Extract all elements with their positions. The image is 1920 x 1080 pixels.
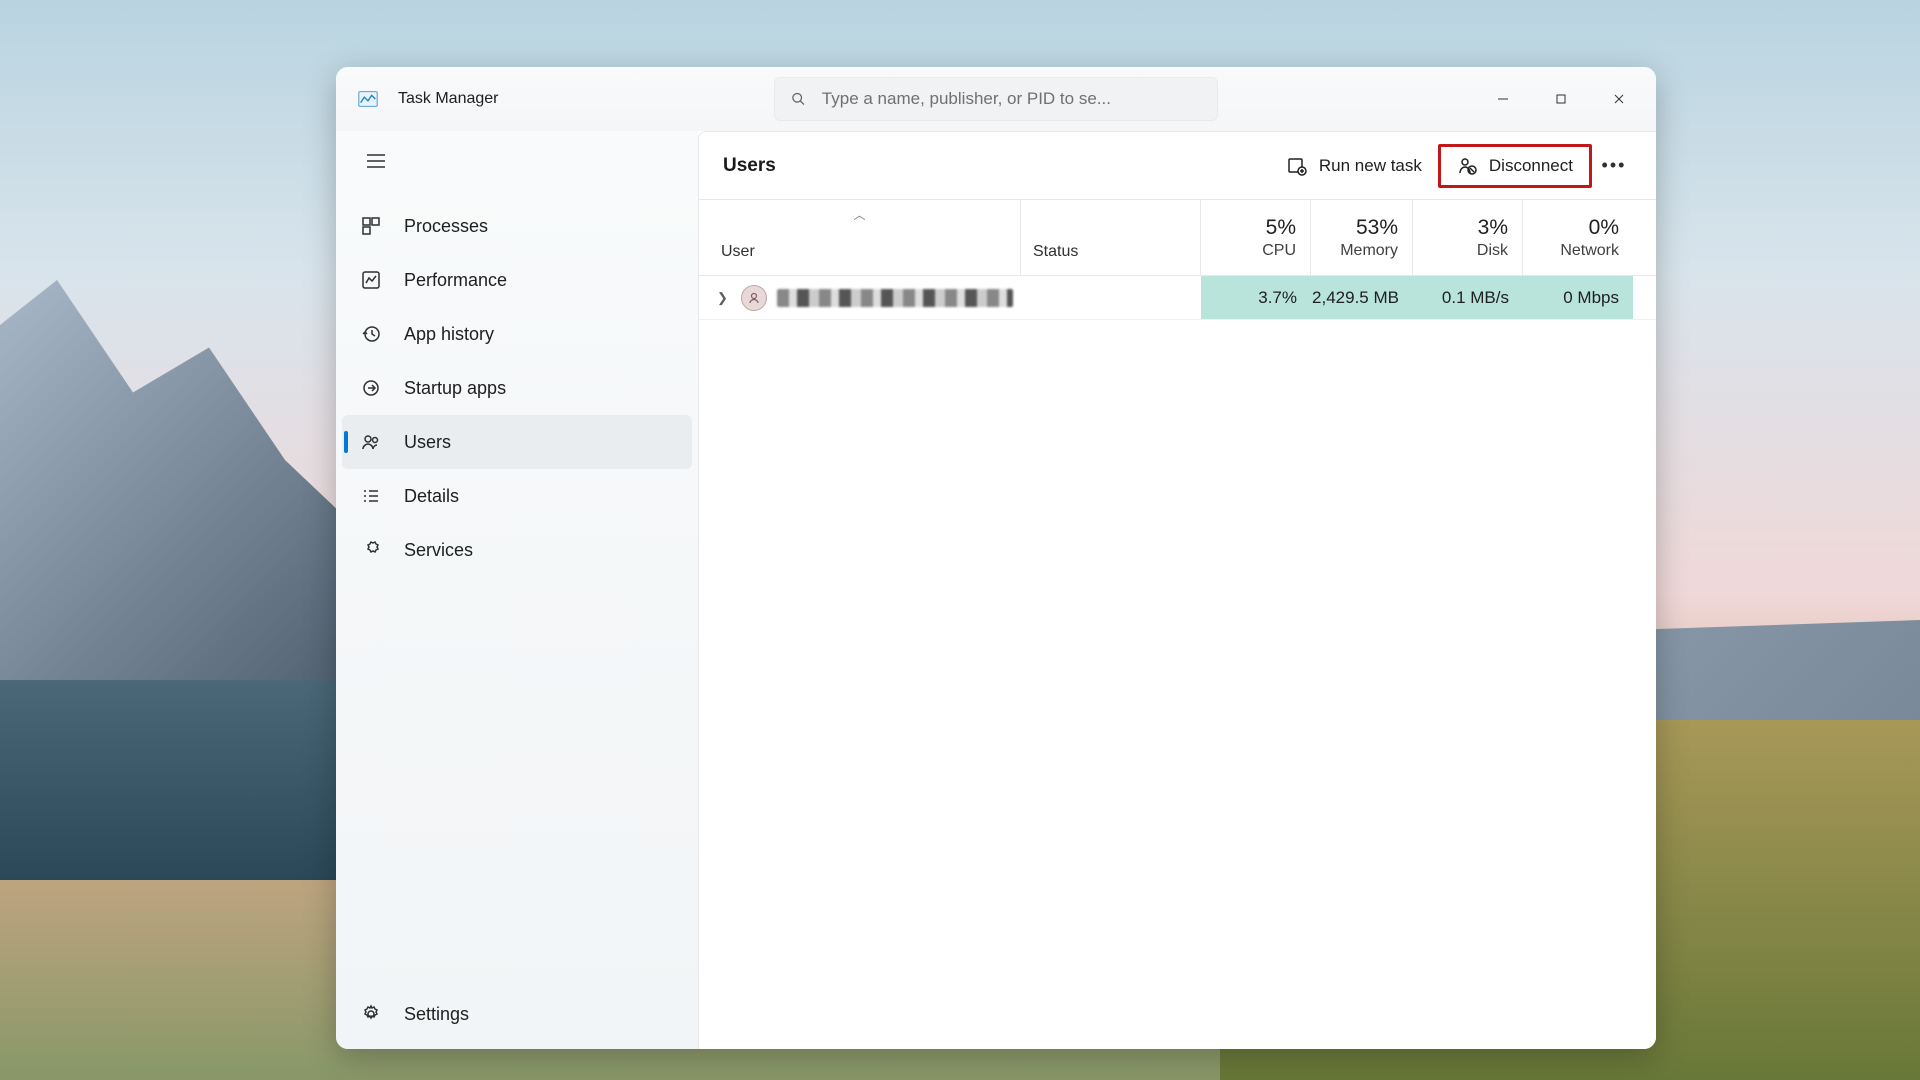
expand-chevron-icon[interactable]: ❯	[717, 290, 731, 306]
sidebar: Processes Performance App history Startu…	[336, 131, 698, 1049]
toolbar: Users Run new task Disconnect •••	[699, 132, 1656, 200]
sidebar-item-label: Processes	[404, 216, 488, 237]
sidebar-item-processes[interactable]: Processes	[342, 199, 692, 253]
users-icon	[360, 431, 382, 453]
more-options-button[interactable]: •••	[1592, 144, 1636, 188]
table-body: ❯ 3.7% 2,429.5 MB 0.1 MB/s 0 Mbps	[699, 276, 1656, 1049]
disconnect-icon	[1457, 156, 1477, 176]
column-header-network[interactable]: 0% Network	[1523, 200, 1633, 275]
column-header-status[interactable]: Status	[1021, 200, 1201, 275]
close-button[interactable]	[1590, 79, 1648, 119]
startup-icon	[360, 377, 382, 399]
sidebar-item-label: Startup apps	[404, 378, 506, 399]
app-title: Task Manager	[398, 90, 499, 108]
sidebar-item-users[interactable]: Users	[342, 415, 692, 469]
sidebar-item-label: Users	[404, 432, 451, 453]
column-user-label: User	[721, 243, 755, 261]
cpu-percent: 5%	[1266, 216, 1296, 240]
main-content: Users Run new task Disconnect ••• ︿ User	[698, 131, 1656, 1049]
cell-cpu: 3.7%	[1201, 276, 1311, 319]
history-icon	[360, 323, 382, 345]
sidebar-item-label: Services	[404, 540, 473, 561]
column-header-cpu[interactable]: 5% CPU	[1201, 200, 1311, 275]
performance-icon	[360, 269, 382, 291]
app-icon	[356, 87, 380, 111]
sidebar-item-details[interactable]: Details	[342, 469, 692, 523]
network-label: Network	[1560, 242, 1619, 260]
disk-label: Disk	[1477, 242, 1508, 260]
column-status-label: Status	[1033, 243, 1078, 261]
cell-memory: 2,429.5 MB	[1311, 276, 1413, 319]
details-icon	[360, 485, 382, 507]
table-row[interactable]: ❯ 3.7% 2,429.5 MB 0.1 MB/s 0 Mbps	[699, 276, 1656, 320]
services-icon	[360, 539, 382, 561]
column-header-disk[interactable]: 3% Disk	[1413, 200, 1523, 275]
table-header: ︿ User Status 5% CPU 53% Memory 3% Disk	[699, 200, 1656, 276]
sidebar-item-label: App history	[404, 324, 494, 345]
disconnect-label: Disconnect	[1489, 156, 1573, 176]
sort-indicator-icon: ︿	[853, 206, 865, 223]
sidebar-item-settings[interactable]: Settings	[342, 987, 692, 1041]
memory-label: Memory	[1340, 242, 1398, 260]
hamburger-button[interactable]	[352, 139, 400, 183]
cell-user: ❯	[699, 285, 1021, 311]
column-header-user[interactable]: ︿ User	[699, 200, 1021, 275]
disconnect-button[interactable]: Disconnect	[1438, 144, 1592, 188]
user-name-redacted	[777, 289, 1013, 307]
sidebar-item-label: Settings	[404, 1004, 469, 1025]
search-input[interactable]	[822, 89, 1201, 109]
disk-percent: 3%	[1478, 216, 1508, 240]
search-box[interactable]	[774, 77, 1218, 121]
memory-percent: 53%	[1356, 216, 1398, 240]
window-controls	[1474, 79, 1648, 119]
sidebar-item-services[interactable]: Services	[342, 523, 692, 577]
sidebar-item-label: Details	[404, 486, 459, 507]
run-new-task-button[interactable]: Run new task	[1271, 144, 1438, 188]
page-title: Users	[723, 155, 776, 177]
sidebar-item-performance[interactable]: Performance	[342, 253, 692, 307]
cell-network: 0 Mbps	[1523, 276, 1633, 319]
task-manager-window: Task Manager Processes Performance	[336, 67, 1656, 1049]
minimize-button[interactable]	[1474, 79, 1532, 119]
processes-icon	[360, 215, 382, 237]
sidebar-item-app-history[interactable]: App history	[342, 307, 692, 361]
cell-disk: 0.1 MB/s	[1413, 276, 1523, 319]
settings-icon	[360, 1003, 382, 1025]
run-new-task-label: Run new task	[1319, 156, 1422, 176]
column-header-memory[interactable]: 53% Memory	[1311, 200, 1413, 275]
maximize-button[interactable]	[1532, 79, 1590, 119]
search-icon	[791, 91, 806, 107]
sidebar-item-startup-apps[interactable]: Startup apps	[342, 361, 692, 415]
sidebar-item-label: Performance	[404, 270, 507, 291]
network-percent: 0%	[1589, 216, 1619, 240]
user-avatar-icon	[741, 285, 767, 311]
titlebar[interactable]: Task Manager	[336, 67, 1656, 131]
cpu-label: CPU	[1262, 242, 1296, 260]
run-task-icon	[1287, 156, 1307, 176]
